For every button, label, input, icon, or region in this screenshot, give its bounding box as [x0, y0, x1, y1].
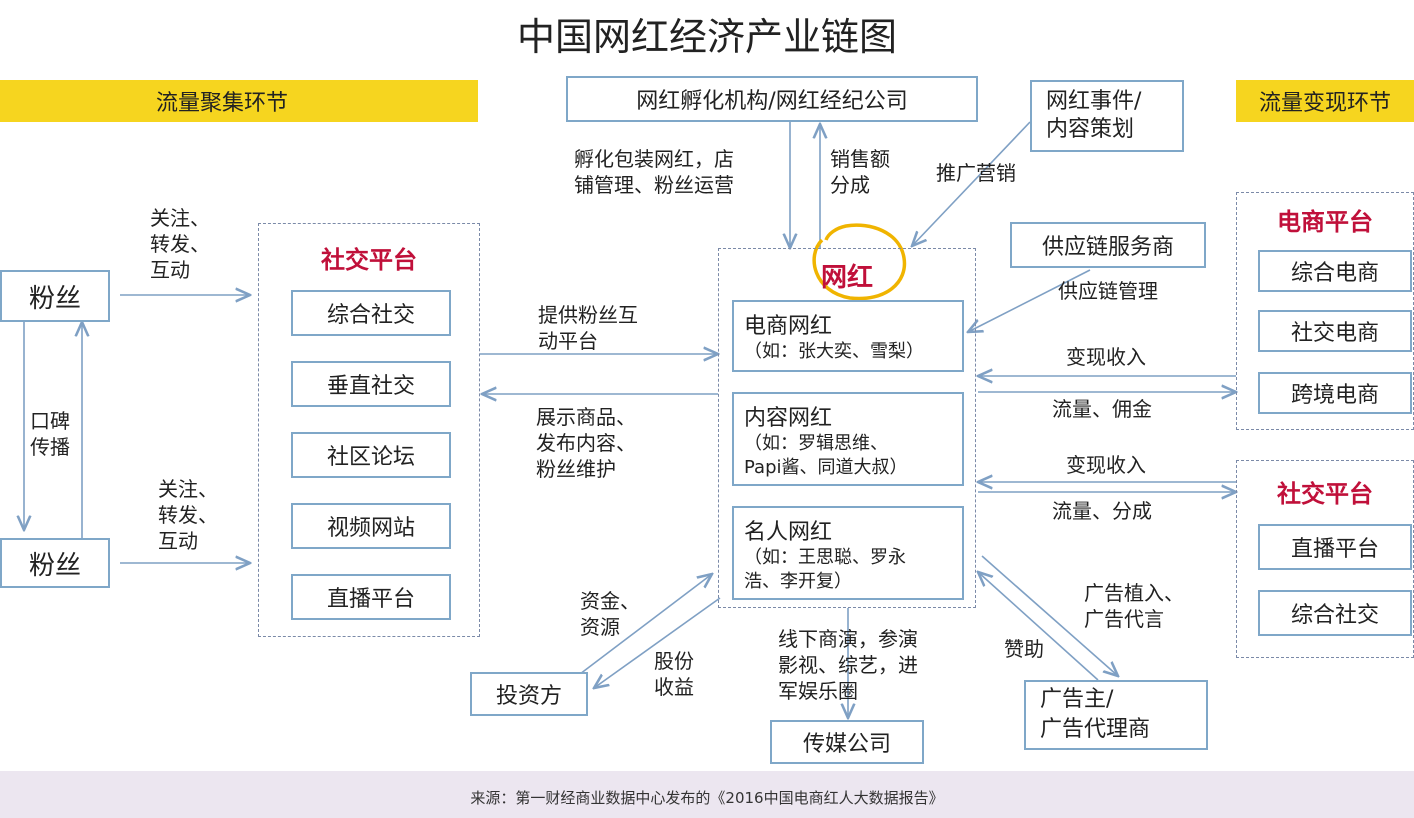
show-products-label: 展示商品、 发布内容、 粉丝维护	[536, 405, 636, 481]
card-content-influencer: 内容网红 （如：罗辑思维、 Papi酱、同道大叔）	[732, 392, 964, 486]
band-traffic-gathering-label: 流量聚集环节	[156, 91, 289, 116]
fans-box-top: 粉丝	[0, 270, 110, 322]
social-r-item-live: 直播平台	[1258, 524, 1412, 570]
card-celebrity-influencer: 名人网红 （如：王思聪、罗永 浩、李开复）	[732, 506, 964, 600]
follow-label-top: 关注、 转发、 互动	[150, 206, 210, 282]
word-of-mouth-label: 口碑 传播	[30, 408, 70, 460]
band-traffic-gathering: 流量聚集环节	[0, 80, 478, 122]
offline-label: 线下商演，参演 影视、综艺，进 军娱乐圈	[778, 627, 918, 703]
social-item-forum: 社区论坛	[291, 432, 451, 478]
traffic-share-label: 流量、分成	[1052, 499, 1152, 523]
ecom-item-comprehensive: 综合电商	[1258, 250, 1412, 292]
influencer-title: 网红	[820, 263, 873, 293]
social-platform-left-title: 社交平台	[321, 246, 417, 274]
funding-label: 资金、 资源	[580, 589, 640, 639]
card-ecommerce-influencer: 电商网红 （如：张大奕、雪梨）	[732, 300, 964, 372]
sponsor-label: 赞助	[1004, 637, 1044, 661]
source-note: 来源：第一财经商业数据中心发布的《2016中国电商红人大数据报告》	[470, 789, 944, 807]
media-company-box: 传媒公司	[770, 720, 924, 764]
card-content-influencer-name: 内容网红	[744, 406, 833, 431]
provide-platform-label: 提供粉丝互 动平台	[538, 303, 638, 353]
promo-label: 推广营销	[936, 161, 1016, 185]
card-ecommerce-influencer-detail: （如：张大奕、雪梨）	[744, 341, 924, 362]
incubator-box: 网红孵化机构/网红经纪公司	[566, 76, 978, 122]
social-platform-right-title: 社交平台	[1277, 480, 1373, 508]
incubate-label: 孵化包装网红，店 铺管理、粉丝运营	[574, 147, 734, 197]
social-item-vertical: 垂直社交	[291, 361, 451, 407]
supply-label: 供应链管理	[1058, 279, 1158, 303]
social-item-live: 直播平台	[291, 574, 451, 620]
follow-label-bottom: 关注、 转发、 互动	[158, 477, 218, 553]
investor-box: 投资方	[470, 672, 588, 716]
social-item-comprehensive: 综合社交	[291, 290, 451, 336]
advertiser-box: 广告主/ 广告代理商	[1024, 680, 1208, 750]
arrow-advertiser-to-influencer	[978, 572, 1099, 681]
fans-box-bottom: 粉丝	[0, 538, 110, 588]
band-traffic-monetization: 流量变现环节	[1236, 80, 1414, 122]
band-traffic-monetization-label: 流量变现环节	[1258, 91, 1391, 116]
social-r-item-comprehensive: 综合社交	[1258, 590, 1412, 636]
monetize-label-2: 变现收入	[1066, 453, 1146, 477]
card-content-influencer-detail: （如：罗辑思维、 Papi酱、同道大叔）	[744, 433, 908, 478]
event-box: 网红事件/ 内容策划	[1030, 80, 1184, 152]
ecommerce-platform-title: 电商平台	[1277, 208, 1373, 236]
monetize-label-1: 变现收入	[1066, 345, 1146, 369]
traffic-commission-label: 流量、佣金	[1052, 397, 1152, 421]
social-item-video: 视频网站	[291, 503, 451, 549]
equity-label: 股份 收益	[654, 649, 694, 699]
ad-placement-label: 广告植入、 广告代言	[1084, 581, 1184, 631]
diagram-title: 中国网红经济产业链图	[516, 15, 897, 59]
ecom-item-crossborder: 跨境电商	[1258, 372, 1412, 414]
card-ecommerce-influencer-name: 电商网红	[744, 314, 833, 339]
sales-share-label: 销售额 分成	[830, 147, 890, 197]
card-celebrity-influencer-name: 名人网红	[744, 520, 833, 545]
ecom-item-social: 社交电商	[1258, 310, 1412, 352]
supply-box: 供应链服务商	[1010, 222, 1206, 268]
card-celebrity-influencer-detail: （如：王思聪、罗永 浩、李开复）	[744, 547, 906, 592]
